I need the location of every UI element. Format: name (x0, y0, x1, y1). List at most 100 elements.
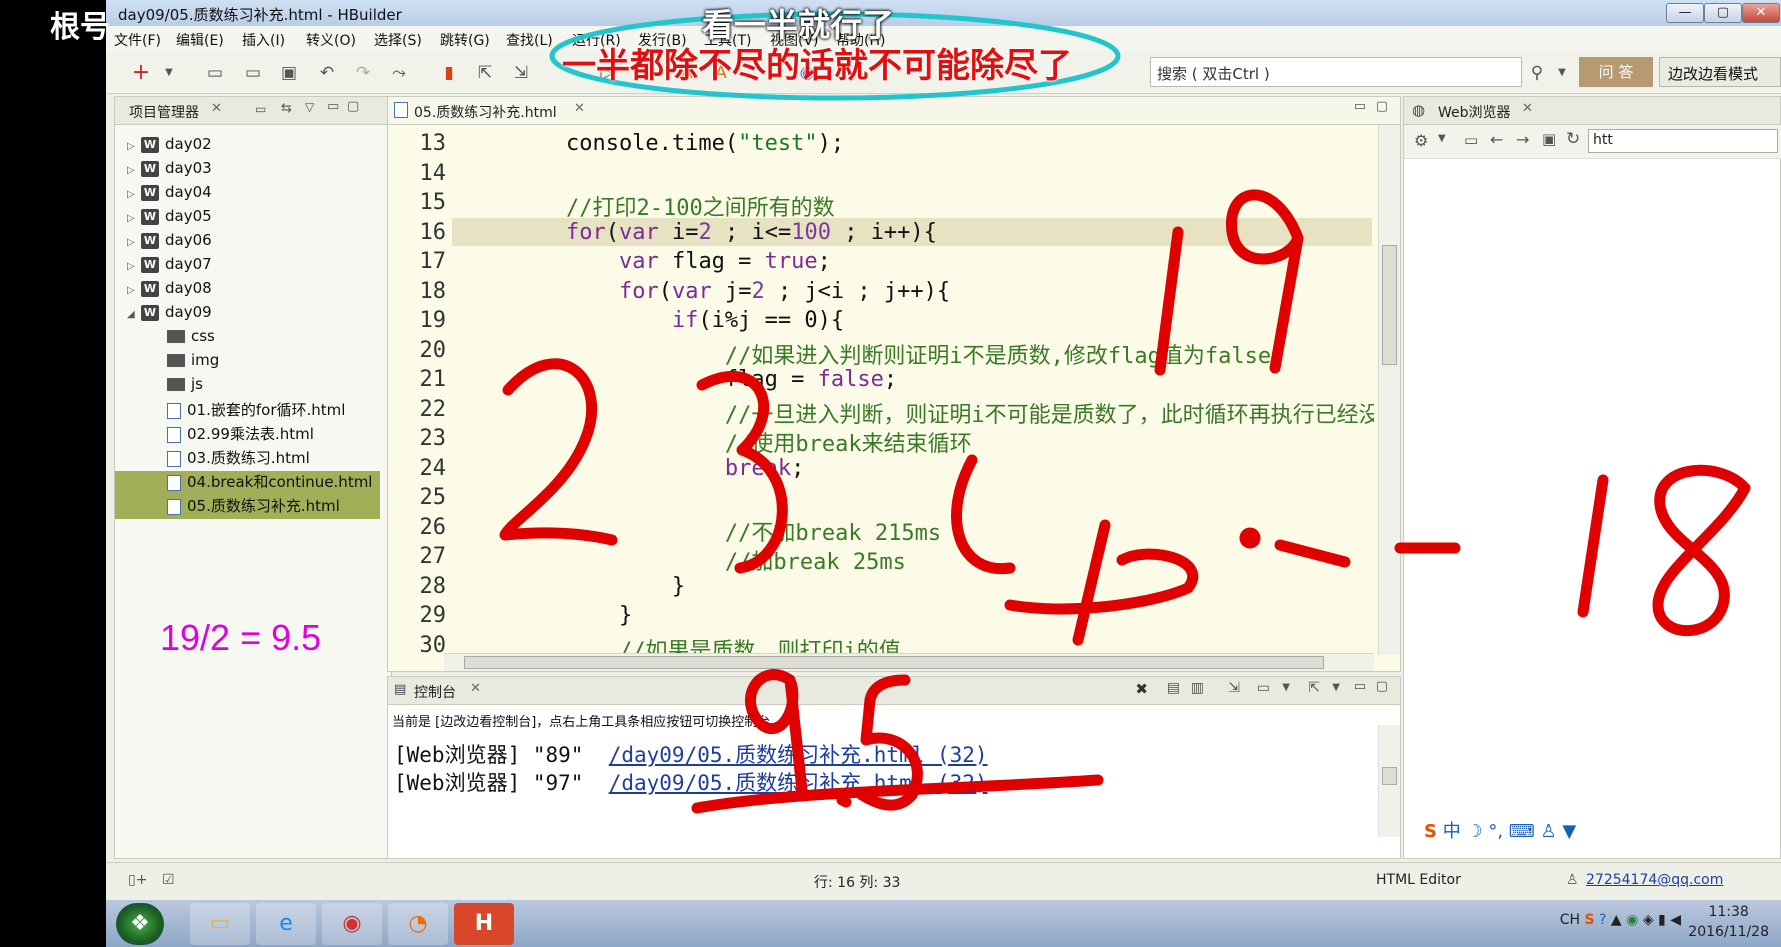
undo-icon[interactable]: ↶ (316, 62, 338, 84)
add-plugin-icon[interactable]: ▯+ (128, 872, 147, 888)
minimize-view-icon[interactable]: ▭ (1354, 99, 1366, 114)
close-icon[interactable]: ✕ (211, 101, 222, 116)
refresh-icon[interactable]: ↻ (1566, 129, 1580, 149)
settings-dropdown-icon[interactable]: ▼ (1438, 133, 1446, 144)
link-editor-icon[interactable]: ⇆ (281, 101, 292, 116)
taskbar-clock[interactable]: 11:38 2016/11/28 (1688, 902, 1769, 942)
search-dropdown-icon[interactable]: ▼ (1551, 62, 1573, 84)
tree-item-day08[interactable]: ▷ Wday08 (127, 279, 212, 303)
code-line[interactable]: console.time("test"); (460, 131, 844, 156)
tray-expand-icon[interactable]: ▲ (1611, 912, 1622, 928)
save-all-icon[interactable]: ▭ (242, 62, 264, 84)
import-icon[interactable]: ⇲ (510, 62, 532, 84)
console-scrollbar[interactable] (1378, 725, 1400, 837)
ime-punct-icon[interactable]: °, (1488, 821, 1503, 842)
scroll-thumb[interactable] (464, 656, 1324, 669)
pin-console-icon[interactable]: ⇲ (1228, 680, 1240, 696)
open-console-dropdown-icon[interactable]: ▼ (1332, 682, 1340, 693)
sogou-tray-icon[interactable]: S (1584, 912, 1594, 928)
volume-icon[interactable]: ◀ (1670, 912, 1681, 928)
qa-button[interactable]: 问 答 (1579, 57, 1653, 87)
console-source-link[interactable]: /day09/05.质数练习补充.html (32) (609, 771, 988, 795)
url-input[interactable]: htt (1588, 129, 1778, 153)
settings-icon[interactable]: ⚙ (1414, 131, 1428, 150)
maximize-view-icon[interactable]: ▢ (347, 99, 359, 114)
tab-console[interactable]: 控制台 (414, 682, 456, 702)
code-area[interactable]: 13 console.time("test"); 14 15 //打印2-100之间… (388, 125, 1375, 655)
tree-item-day03[interactable]: ▷ Wday03 (127, 159, 212, 183)
tree-item-day05[interactable]: ▷ Wday05 (127, 207, 212, 231)
menu-escape[interactable]: 转义(O) (306, 30, 356, 50)
scroll-lock-icon[interactable]: ▤ (1167, 680, 1180, 696)
maximize-button[interactable]: ▢ (1704, 3, 1742, 23)
export-icon[interactable]: ⇱ (474, 62, 496, 84)
scroll-thumb[interactable] (1382, 767, 1397, 785)
network-tray-icon[interactable]: ◉ (1626, 912, 1638, 928)
tasks-icon[interactable]: ☑ (162, 872, 175, 888)
menu-edit[interactable]: 编辑(E) (176, 30, 224, 50)
ie-taskbar-icon[interactable]: e (256, 903, 316, 945)
maximize-view-icon[interactable]: ▢ (1376, 679, 1388, 694)
hbuilder-taskbar-icon[interactable]: H (454, 903, 514, 945)
close-icon[interactable]: ✕ (1522, 101, 1533, 116)
ime-chinese-mode-icon[interactable]: 中 (1443, 821, 1461, 842)
word-wrap-icon[interactable]: ▥ (1191, 680, 1204, 696)
vertical-scrollbar[interactable] (1378, 125, 1400, 655)
console-source-link[interactable]: /day09/05.质数练习补充.html (32) (609, 743, 988, 767)
clear-console-icon[interactable]: ✖ (1135, 680, 1148, 698)
redo-icon[interactable]: ↷ (352, 62, 374, 84)
tab-web-browser[interactable]: Web浏览器 (1438, 102, 1511, 122)
code-line[interactable]: //加break 25ms (460, 544, 906, 576)
menu-select[interactable]: 选择(S) (374, 30, 422, 50)
back-icon[interactable]: ← (1490, 130, 1503, 149)
code-line[interactable]: } (460, 574, 685, 599)
code-line[interactable]: //使用break来结束循环 (460, 426, 972, 458)
ime-keyboard-icon[interactable]: ⌨ (1509, 821, 1535, 842)
code-line[interactable]: var flag = true; (460, 249, 831, 274)
ime-moon-icon[interactable]: ☽ (1466, 821, 1482, 842)
minimize-view-icon[interactable]: ▭ (327, 99, 339, 114)
forward-icon[interactable]: → (1516, 130, 1529, 149)
collapse-all-icon[interactable]: ▭ (255, 102, 266, 116)
tree-item-day06[interactable]: ▷ Wday06 (127, 231, 212, 255)
tree-item-file-04[interactable]: 04.break和continue.html (115, 471, 380, 495)
minimize-button[interactable]: — (1666, 3, 1704, 23)
ime-skin-icon[interactable]: ▼ (1562, 821, 1576, 842)
code-line[interactable]: //如果进入判断则证明i不是质数,修改flag值为false (460, 338, 1271, 370)
new-icon[interactable]: + (130, 62, 152, 84)
menu-file[interactable]: 文件(F) (114, 30, 161, 50)
display-dropdown-icon[interactable]: ▼ (1282, 682, 1290, 693)
format-icon[interactable]: ⤳ (388, 62, 410, 84)
code-line[interactable]: for(var i=2 ; i<=100 ; i++){ (460, 220, 937, 245)
view-menu-icon[interactable]: ▽ (305, 100, 314, 114)
tree-item-day04[interactable]: ▷ Wday04 (127, 183, 212, 207)
start-button[interactable]: ❖ (116, 903, 164, 945)
code-line[interactable]: } (460, 603, 632, 628)
menu-insert[interactable]: 插入(I) (242, 30, 285, 50)
explorer-taskbar-icon[interactable]: ▭ (190, 903, 250, 945)
open-console-icon[interactable]: ⇱ (1308, 680, 1320, 696)
code-line[interactable]: break; (460, 456, 804, 481)
devtools-icon[interactable]: ▭ (1464, 131, 1478, 149)
ime-user-icon[interactable]: ♙ (1541, 821, 1557, 842)
tree-item-day02[interactable]: ▷ Wday02 (127, 135, 212, 159)
code-line[interactable]: for(var j=2 ; j<i ; j++){ (460, 279, 950, 304)
menu-goto[interactable]: 跳转(G) (440, 30, 490, 50)
code-line[interactable]: //一旦进入判断，则证明i不可能是质数了，此时循环再执行已经没有任何意义了 (460, 397, 1374, 429)
device-tray-icon[interactable]: ▮ (1658, 912, 1666, 928)
mode-select[interactable]: 边改边看模式 (1659, 57, 1781, 87)
tree-item-file-01[interactable]: 01.嵌套的for循环.html (167, 399, 345, 423)
tab-file[interactable]: 05.质数练习补充.html (414, 102, 557, 122)
tree-item-day09[interactable]: ◢ Wday09 (127, 303, 212, 327)
search-input[interactable]: 搜索 ( 双击Ctrl ) (1150, 57, 1522, 87)
tree-item-file-05[interactable]: 05.质数练习补充.html (115, 495, 380, 519)
tree-item-css[interactable]: css (167, 327, 215, 351)
maximize-view-icon[interactable]: ▢ (1376, 99, 1388, 114)
tab-project-manager[interactable]: 项目管理器 (129, 102, 199, 122)
close-icon[interactable]: ✕ (470, 681, 481, 696)
close-button[interactable]: ✕ (1742, 3, 1780, 23)
tree-item-file-03[interactable]: 03.质数练习.html (167, 447, 310, 471)
help-tray-icon[interactable]: ? (1599, 912, 1606, 928)
tree-item-file-02[interactable]: 02.99乘法表.html (167, 423, 314, 447)
bookmark-icon[interactable]: ▮ (438, 62, 460, 84)
